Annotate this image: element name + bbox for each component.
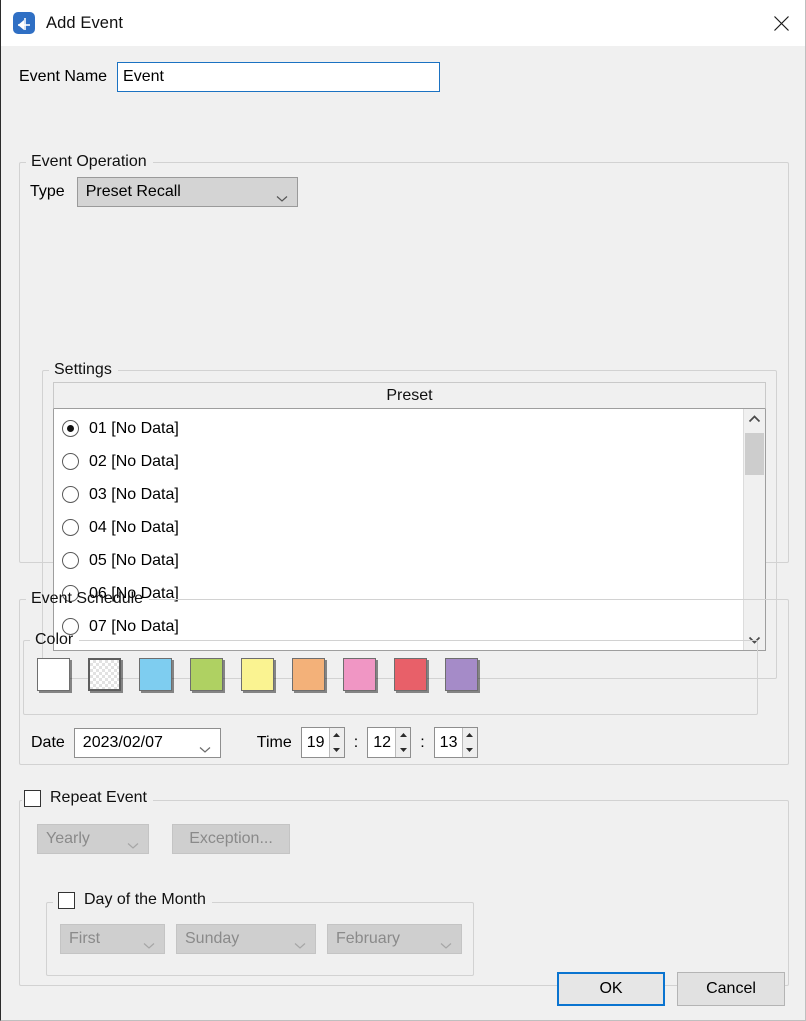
date-label: Date (31, 734, 65, 752)
weekday-select-value: Sunday (185, 930, 239, 948)
chevron-down-icon (440, 937, 452, 955)
type-select[interactable]: Preset Recall (77, 177, 298, 207)
ordinal-select: First (60, 924, 165, 954)
stepper-buttons[interactable] (395, 728, 410, 757)
chevron-down-icon (127, 837, 139, 855)
stepper-buttons[interactable] (329, 728, 344, 757)
list-item[interactable]: 05 [No Data] (54, 544, 743, 577)
color-swatch-purple[interactable] (445, 658, 478, 691)
date-select[interactable]: 2023/02/07 (74, 728, 221, 758)
stepper-buttons[interactable] (462, 728, 477, 757)
type-select-value: Preset Recall (86, 183, 181, 201)
chevron-down-icon (294, 937, 306, 955)
time-hour-value: 19 (302, 734, 329, 752)
window-title: Add Event (46, 14, 123, 33)
color-swatch-green[interactable] (190, 658, 223, 691)
color-legend: Color (30, 631, 79, 649)
list-item-label: 03 [No Data] (89, 486, 179, 504)
list-item-label: 04 [No Data] (89, 519, 179, 537)
event-operation-legend: Event Operation (26, 153, 153, 171)
repeat-event-label: Repeat Event (50, 789, 147, 807)
color-swatch-red[interactable] (394, 658, 427, 691)
preset-column-header: Preset (53, 382, 766, 409)
dialog-footer: OK Cancel (1, 958, 805, 1020)
list-item-label: 02 [No Data] (89, 453, 179, 471)
repeat-controls: Yearly Exception... (37, 824, 788, 854)
cancel-button[interactable]: Cancel (677, 972, 785, 1006)
dialog-body: Event Name Event Operation Type Preset R… (1, 46, 805, 1020)
time-separator-2: : (420, 734, 424, 752)
add-event-dialog: Add Event Event Name Event Operation Typ… (0, 0, 806, 1021)
chevron-down-icon (143, 937, 155, 955)
weekday-select: Sunday (176, 924, 316, 954)
radio-icon[interactable] (62, 420, 79, 437)
repeat-frequency-select: Yearly (37, 824, 149, 854)
repeat-event-legend: Repeat Event (22, 789, 153, 812)
list-item[interactable]: 04 [No Data] (54, 511, 743, 544)
time-minute-value: 12 (368, 734, 395, 752)
list-item[interactable]: 01 [No Data] (54, 412, 743, 445)
day-of-month-controls: First Sunday February (60, 924, 473, 954)
scroll-up-icon[interactable] (744, 409, 765, 429)
chevron-down-icon (199, 741, 211, 759)
color-swatch-sky-blue[interactable] (139, 658, 172, 691)
radio-icon[interactable] (62, 519, 79, 536)
month-select-value: February (336, 930, 400, 948)
time-second-value: 13 (435, 734, 462, 752)
list-item[interactable]: 03 [No Data] (54, 478, 743, 511)
type-label: Type (30, 183, 65, 201)
color-group: Color (23, 631, 758, 715)
event-name-label: Event Name (19, 68, 107, 86)
close-icon[interactable] (757, 0, 805, 46)
list-item-label: 01 [No Data] (89, 420, 179, 438)
day-of-month-label: Day of the Month (84, 891, 206, 909)
repeat-frequency-value: Yearly (46, 830, 90, 848)
color-swatch-orange[interactable] (292, 658, 325, 691)
event-schedule-legend: Event Schedule (26, 590, 149, 608)
add-event-icon (13, 12, 35, 34)
ok-button-label: OK (599, 980, 622, 998)
event-operation-group: Event Operation Type Preset Recall Setti… (19, 153, 789, 563)
radio-icon[interactable] (62, 486, 79, 503)
time-hour-stepper[interactable]: 19 (301, 727, 345, 758)
stepper-up-icon[interactable] (330, 728, 344, 743)
month-select: February (327, 924, 462, 954)
color-swatch-white[interactable] (37, 658, 70, 691)
stepper-up-icon[interactable] (463, 728, 477, 743)
stepper-down-icon[interactable] (330, 743, 344, 758)
chevron-down-icon (276, 190, 288, 208)
exception-button-label: Exception... (189, 830, 273, 848)
time-separator-1: : (354, 734, 358, 752)
stepper-down-icon[interactable] (463, 743, 477, 758)
time-second-stepper[interactable]: 13 (434, 727, 478, 758)
list-item[interactable]: 02 [No Data] (54, 445, 743, 478)
event-name-row: Event Name (19, 62, 805, 92)
repeat-event-checkbox[interactable] (24, 790, 41, 807)
exception-button: Exception... (172, 824, 290, 854)
list-item-label: 05 [No Data] (89, 552, 179, 570)
ok-button[interactable]: OK (557, 972, 665, 1006)
date-select-value: 2023/02/07 (83, 734, 163, 752)
ordinal-select-value: First (69, 930, 100, 948)
stepper-down-icon[interactable] (396, 743, 410, 758)
radio-icon[interactable] (62, 552, 79, 569)
event-name-input[interactable] (117, 62, 440, 92)
stepper-up-icon[interactable] (396, 728, 410, 743)
color-swatch-list (37, 658, 757, 691)
settings-legend: Settings (49, 361, 118, 379)
date-time-row: Date 2023/02/07 Time 19 : 12 (31, 727, 478, 758)
color-swatch-transparent[interactable] (88, 658, 121, 691)
color-swatch-pink[interactable] (343, 658, 376, 691)
time-label: Time (257, 734, 292, 752)
type-row: Type Preset Recall (30, 177, 788, 207)
cancel-button-label: Cancel (706, 980, 756, 998)
day-of-month-legend: Day of the Month (53, 891, 212, 914)
color-swatch-yellow[interactable] (241, 658, 274, 691)
radio-icon[interactable] (62, 453, 79, 470)
title-bar: Add Event (1, 0, 805, 46)
scrollbar-thumb[interactable] (745, 433, 764, 475)
day-of-month-checkbox[interactable] (58, 892, 75, 909)
time-minute-stepper[interactable]: 12 (367, 727, 411, 758)
